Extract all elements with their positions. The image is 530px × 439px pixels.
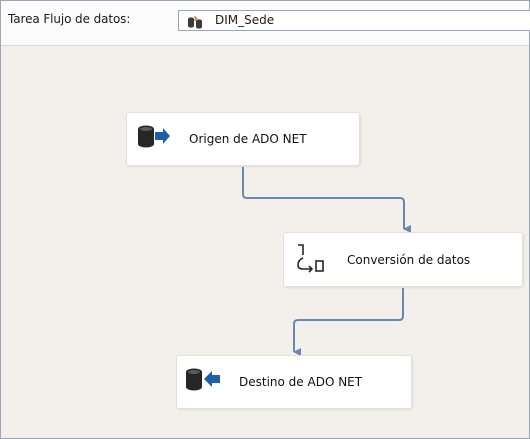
data-conversion-icon <box>295 243 331 277</box>
data-flow-toolbar: Tarea Flujo de datos: DIM_Sede <box>1 1 530 46</box>
data-flow-task-value: DIM_Sede <box>215 13 275 27</box>
component-label: Origen de ADO NET <box>189 132 307 146</box>
component-ado-net-source[interactable]: Origen de ADO NET <box>126 112 360 166</box>
ado-net-source-icon <box>136 123 172 155</box>
component-ado-net-destination[interactable]: Destino de ADO NET <box>176 355 412 409</box>
data-flow-task-icon <box>187 14 203 29</box>
component-label: Conversión de datos <box>347 252 471 267</box>
ado-net-destination-icon <box>184 366 222 398</box>
component-label: Destino de ADO NET <box>239 375 363 389</box>
task-label: Tarea Flujo de datos: <box>8 12 131 26</box>
component-data-conversion[interactable]: Conversión de datos <box>283 232 523 287</box>
data-flow-task-select[interactable]: DIM_Sede <box>178 10 530 31</box>
